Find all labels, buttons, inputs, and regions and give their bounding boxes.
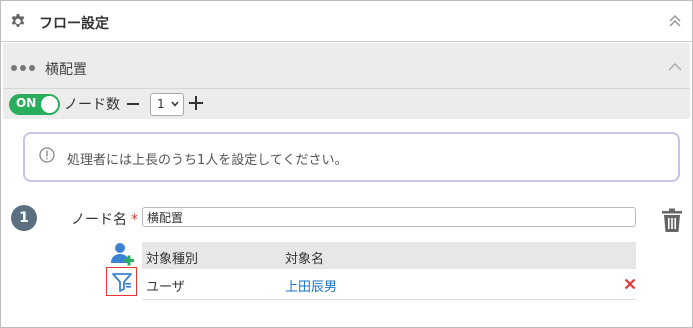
info-message-box: 処理者には上長のうち1人を設定してください。 <box>23 132 680 182</box>
node-count-select[interactable]: 1 <box>150 93 184 116</box>
filter-icon <box>112 273 132 292</box>
dots-icon <box>11 65 38 71</box>
column-header-target-name: 対象名 <box>285 252 325 267</box>
close-icon[interactable] <box>624 278 636 290</box>
section-title: 横配置 <box>45 62 87 78</box>
info-icon <box>39 147 55 163</box>
node-name-label: ノード名 * <box>71 209 138 229</box>
column-header-target-type: 対象種別 <box>146 252 199 267</box>
node-toolbar: ON ノード数 1 <box>3 89 690 119</box>
page-title: フロー設定 <box>39 16 109 32</box>
target-table: 対象種別 対象名 ユーザ 上田辰男 <box>142 242 636 300</box>
minus-icon[interactable] <box>127 103 139 105</box>
node-name-label-text: ノード名 <box>71 212 127 228</box>
node-number-badge: 1 <box>11 205 37 231</box>
filter-button[interactable] <box>106 267 137 296</box>
on-toggle[interactable]: ON <box>9 94 60 115</box>
info-message: 処理者には上長のうち1人を設定してください。 <box>67 153 348 168</box>
plus-icon[interactable] <box>189 96 203 110</box>
chevron-up-icon[interactable] <box>668 62 682 72</box>
section-header[interactable]: 横配置 <box>3 43 690 89</box>
trash-icon[interactable] <box>661 208 683 233</box>
add-user-icon[interactable] <box>109 241 135 267</box>
required-mark: * <box>131 212 138 228</box>
node-count-value: 1 <box>157 97 165 111</box>
table-row: ユーザ 上田辰男 <box>142 269 636 300</box>
chevron-down-icon <box>171 101 179 107</box>
toggle-label: ON <box>16 96 37 110</box>
gear-icon <box>11 13 25 27</box>
target-type-cell: ユーザ <box>146 280 185 295</box>
table-header: 対象種別 対象名 <box>142 242 636 269</box>
target-name-link[interactable]: 上田辰男 <box>285 276 337 295</box>
panel-header: フロー設定 <box>1 1 692 42</box>
double-chevron-up-icon[interactable] <box>668 13 682 29</box>
flow-settings-panel: フロー設定 横配置 ON ノード数 1 処理者には上長のうち1人を設定してくださ… <box>0 0 693 328</box>
node-count-label: ノード数 <box>64 97 120 113</box>
node-name-input[interactable] <box>142 207 636 227</box>
toggle-knob <box>41 96 58 113</box>
